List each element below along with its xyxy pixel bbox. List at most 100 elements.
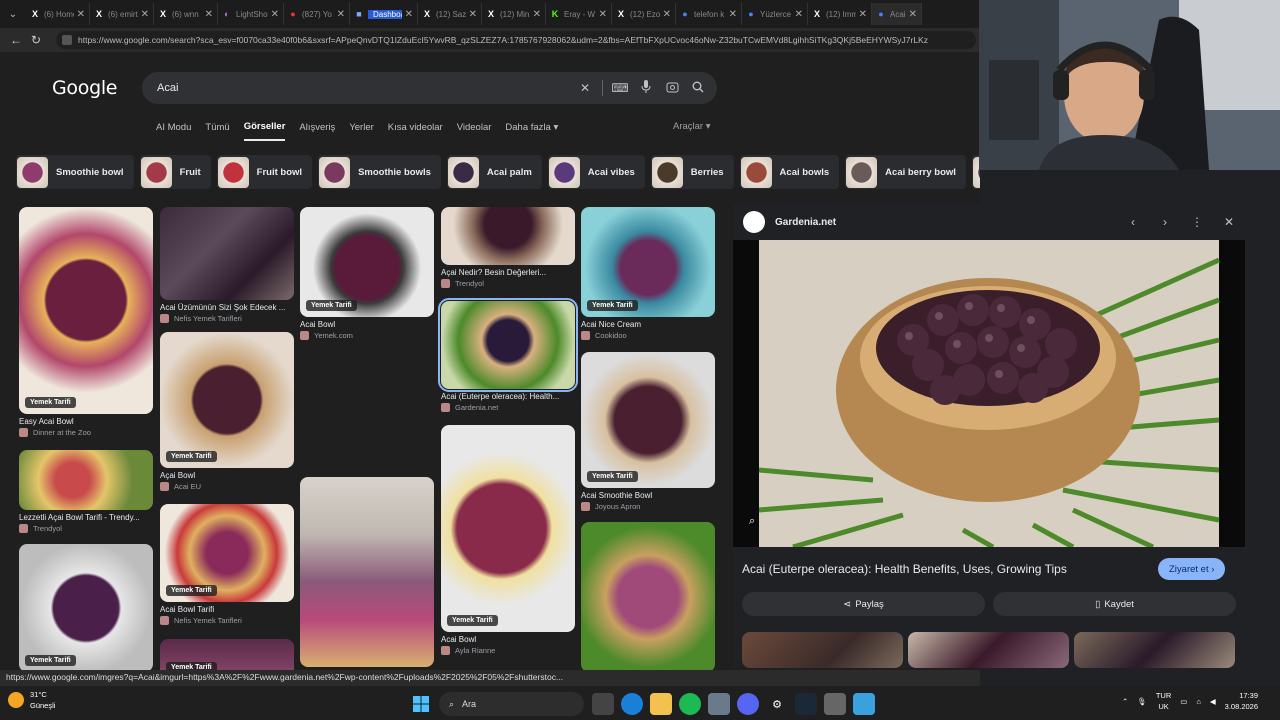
result-caption[interactable]: Acai Üzümünün Sizi Şok Edecek ... xyxy=(160,303,294,312)
browser-tab[interactable]: X (6) wnn ✕ xyxy=(154,3,218,25)
filter-tab[interactable]: AI Modu xyxy=(156,122,191,140)
image-result[interactable]: Yemek Tarifi Acai Bowl Ayla Rianne xyxy=(441,425,575,655)
result-caption[interactable]: Easy Acai Bowl xyxy=(19,417,153,426)
browser-tab[interactable]: ■ Dashboard✕ xyxy=(350,3,418,25)
filter-tab[interactable]: Tümü xyxy=(205,122,229,140)
browser-tab[interactable]: X (6) emirti ✕ xyxy=(90,3,154,25)
close-tab-icon[interactable]: ✕ xyxy=(663,9,671,20)
related-search-chip[interactable]: Fruit xyxy=(139,155,211,189)
result-thumbnail[interactable]: Yemek Tarifi xyxy=(581,207,715,317)
result-caption[interactable]: Açai Bowl xyxy=(160,471,294,480)
image-result[interactable]: Lezzetli Açai Bowl Tarifi - Trendy... Tre… xyxy=(19,450,153,533)
clear-icon[interactable]: ✕ xyxy=(572,81,598,95)
close-tab-icon[interactable]: ✕ xyxy=(599,9,607,20)
close-tab-icon[interactable]: ✕ xyxy=(795,9,803,20)
result-caption[interactable]: Acai Nice Cream xyxy=(581,320,715,329)
result-thumbnail[interactable] xyxy=(438,298,578,392)
result-thumbnail[interactable]: Yemek Tarifi xyxy=(160,639,294,670)
image-result[interactable] xyxy=(300,477,434,667)
clock[interactable]: 17:39 3.08.2026 xyxy=(1225,690,1258,712)
browser-tab[interactable]: X (12) Min ✕ xyxy=(482,3,546,25)
tools-menu[interactable]: Araçlar ▾ xyxy=(673,121,711,132)
close-icon[interactable]: ✕ xyxy=(1213,215,1245,229)
visit-button[interactable]: Ziyaret et › xyxy=(1158,558,1226,580)
result-source[interactable]: Nefis Yemek Tarifleri xyxy=(160,616,294,625)
search-input[interactable] xyxy=(157,82,572,94)
result-source[interactable]: Yemek.com xyxy=(300,331,434,340)
share-button[interactable]: ⋖ Paylaş xyxy=(742,592,985,616)
task-view-icon[interactable] xyxy=(592,693,614,715)
related-search-chip[interactable]: Berries xyxy=(650,155,734,189)
save-button[interactable]: ▯ Kaydet xyxy=(993,592,1236,616)
camera-search-icon[interactable] xyxy=(659,81,685,96)
filter-tab[interactable]: Görseller xyxy=(243,121,286,141)
result-caption[interactable]: Açai Nedir? Besin Değerleri... xyxy=(441,268,575,277)
settings-icon[interactable]: ⚙ xyxy=(766,693,788,715)
result-source[interactable]: Gardenia.net xyxy=(441,403,575,412)
microphone-icon[interactable]: 🎙 xyxy=(1137,697,1147,706)
edge-icon[interactable] xyxy=(621,693,643,715)
file-explorer-icon[interactable] xyxy=(650,693,672,715)
image-result[interactable]: Acai Üzümünün Sizi Şok Edecek ... Nefis Y… xyxy=(160,207,294,323)
related-image[interactable] xyxy=(742,632,903,668)
result-thumbnail[interactable]: Yemek Tarifi xyxy=(160,504,294,602)
result-source[interactable]: Ayla Rianne xyxy=(441,646,575,655)
result-thumbnail[interactable] xyxy=(581,522,715,670)
image-result[interactable]: Yemek Tarifi Easy Acai Bowl Dinner at the … xyxy=(19,207,153,437)
image-result[interactable]: Yemek Tarifi xyxy=(19,544,153,670)
browser-tab[interactable]: X (12) Imm ✕ xyxy=(808,3,872,25)
related-search-chip[interactable]: Acai vibes xyxy=(547,155,645,189)
result-source[interactable]: Trendyol xyxy=(19,524,153,533)
result-source[interactable]: Nefis Yemek Tarifleri xyxy=(160,314,294,323)
result-thumbnail[interactable]: Yemek Tarifi xyxy=(19,544,153,670)
related-search-chip[interactable]: Smoothie bowls xyxy=(318,155,441,189)
image-result[interactable]: Yemek Tarifi Acai Bowl Yemek.com xyxy=(300,207,434,340)
app-icon[interactable] xyxy=(824,693,846,715)
image-result[interactable]: Yemek Tarifi Acai Smoothie Bowl Joyous Apr… xyxy=(581,352,715,511)
chevron-up-icon[interactable]: ⌃ xyxy=(1122,697,1128,706)
result-thumbnail[interactable] xyxy=(441,207,575,265)
related-image[interactable] xyxy=(1074,632,1235,668)
language-indicator[interactable]: TUR UK xyxy=(1156,690,1171,712)
filter-tab[interactable]: Daha fazla ▾ xyxy=(505,122,558,140)
more-options-icon[interactable]: ⋮ xyxy=(1181,215,1213,229)
result-source[interactable]: Trendyol xyxy=(441,279,575,288)
close-tab-icon[interactable]: ✕ xyxy=(205,9,213,20)
result-thumbnail[interactable]: Yemek Tarifi xyxy=(441,425,575,632)
preview-image[interactable]: ⌕ xyxy=(733,240,1245,547)
next-icon[interactable]: › xyxy=(1149,215,1181,229)
result-caption[interactable]: Acai (Euterpe oleracea): Health... xyxy=(441,392,575,401)
image-result[interactable] xyxy=(581,522,715,670)
microphone-icon[interactable] xyxy=(633,80,659,96)
preview-title[interactable]: Acai (Euterpe oleracea): Health Benefits… xyxy=(742,562,1067,576)
taskbar-search[interactable]: ⌕ Ara xyxy=(439,692,584,716)
result-source[interactable]: Joyous Apron xyxy=(581,502,715,511)
result-thumbnail[interactable]: Yemek Tarifi xyxy=(160,332,294,468)
result-thumbnail[interactable] xyxy=(300,477,434,667)
image-result[interactable]: Yemek TarifiAcai-Smoothie BowlCookidoo xyxy=(160,639,294,670)
image-result[interactable]: Yemek Tarifi Acai Bowl Tarifi Nefis Yemek … xyxy=(160,504,294,625)
related-search-chip[interactable]: Acai berry bowl xyxy=(845,155,966,189)
image-result[interactable]: Yemek Tarifi Açai Bowl Acai EU xyxy=(160,332,294,491)
browser-tab[interactable]: ● (827) Yo ✕ xyxy=(284,3,350,25)
close-tab-icon[interactable]: ✕ xyxy=(533,9,541,20)
result-source[interactable]: Acai EU xyxy=(160,482,294,491)
result-caption[interactable]: Acai Bowl Tarifi xyxy=(160,605,294,614)
result-caption[interactable]: Acai Bowl xyxy=(441,635,575,644)
steam-icon[interactable] xyxy=(795,693,817,715)
browser-tab[interactable]: ● Acai - A✕ xyxy=(872,3,922,25)
close-tab-icon[interactable]: ✕ xyxy=(729,9,737,20)
close-tab-icon[interactable]: ✕ xyxy=(141,9,149,20)
related-search-chip[interactable]: Smoothie bowl xyxy=(16,155,134,189)
result-thumbnail[interactable] xyxy=(160,207,294,300)
url-field[interactable]: https://www.google.com/search?sca_esv=f0… xyxy=(56,31,976,49)
image-result[interactable]: Yemek Tarifi Acai Nice Cream Cookidoo xyxy=(581,207,715,340)
result-caption[interactable]: Acai Bowl xyxy=(300,320,434,329)
result-source[interactable]: Cookidoo xyxy=(581,331,715,340)
site-info-icon[interactable] xyxy=(62,35,72,45)
close-tab-icon[interactable]: ✕ xyxy=(271,9,279,20)
result-source[interactable]: Dinner at the Zoo xyxy=(19,428,153,437)
network-icon[interactable]: ⌂ xyxy=(1196,697,1201,706)
search-icon[interactable] xyxy=(685,81,711,96)
filter-tab[interactable]: Kısa videolar xyxy=(388,122,443,140)
